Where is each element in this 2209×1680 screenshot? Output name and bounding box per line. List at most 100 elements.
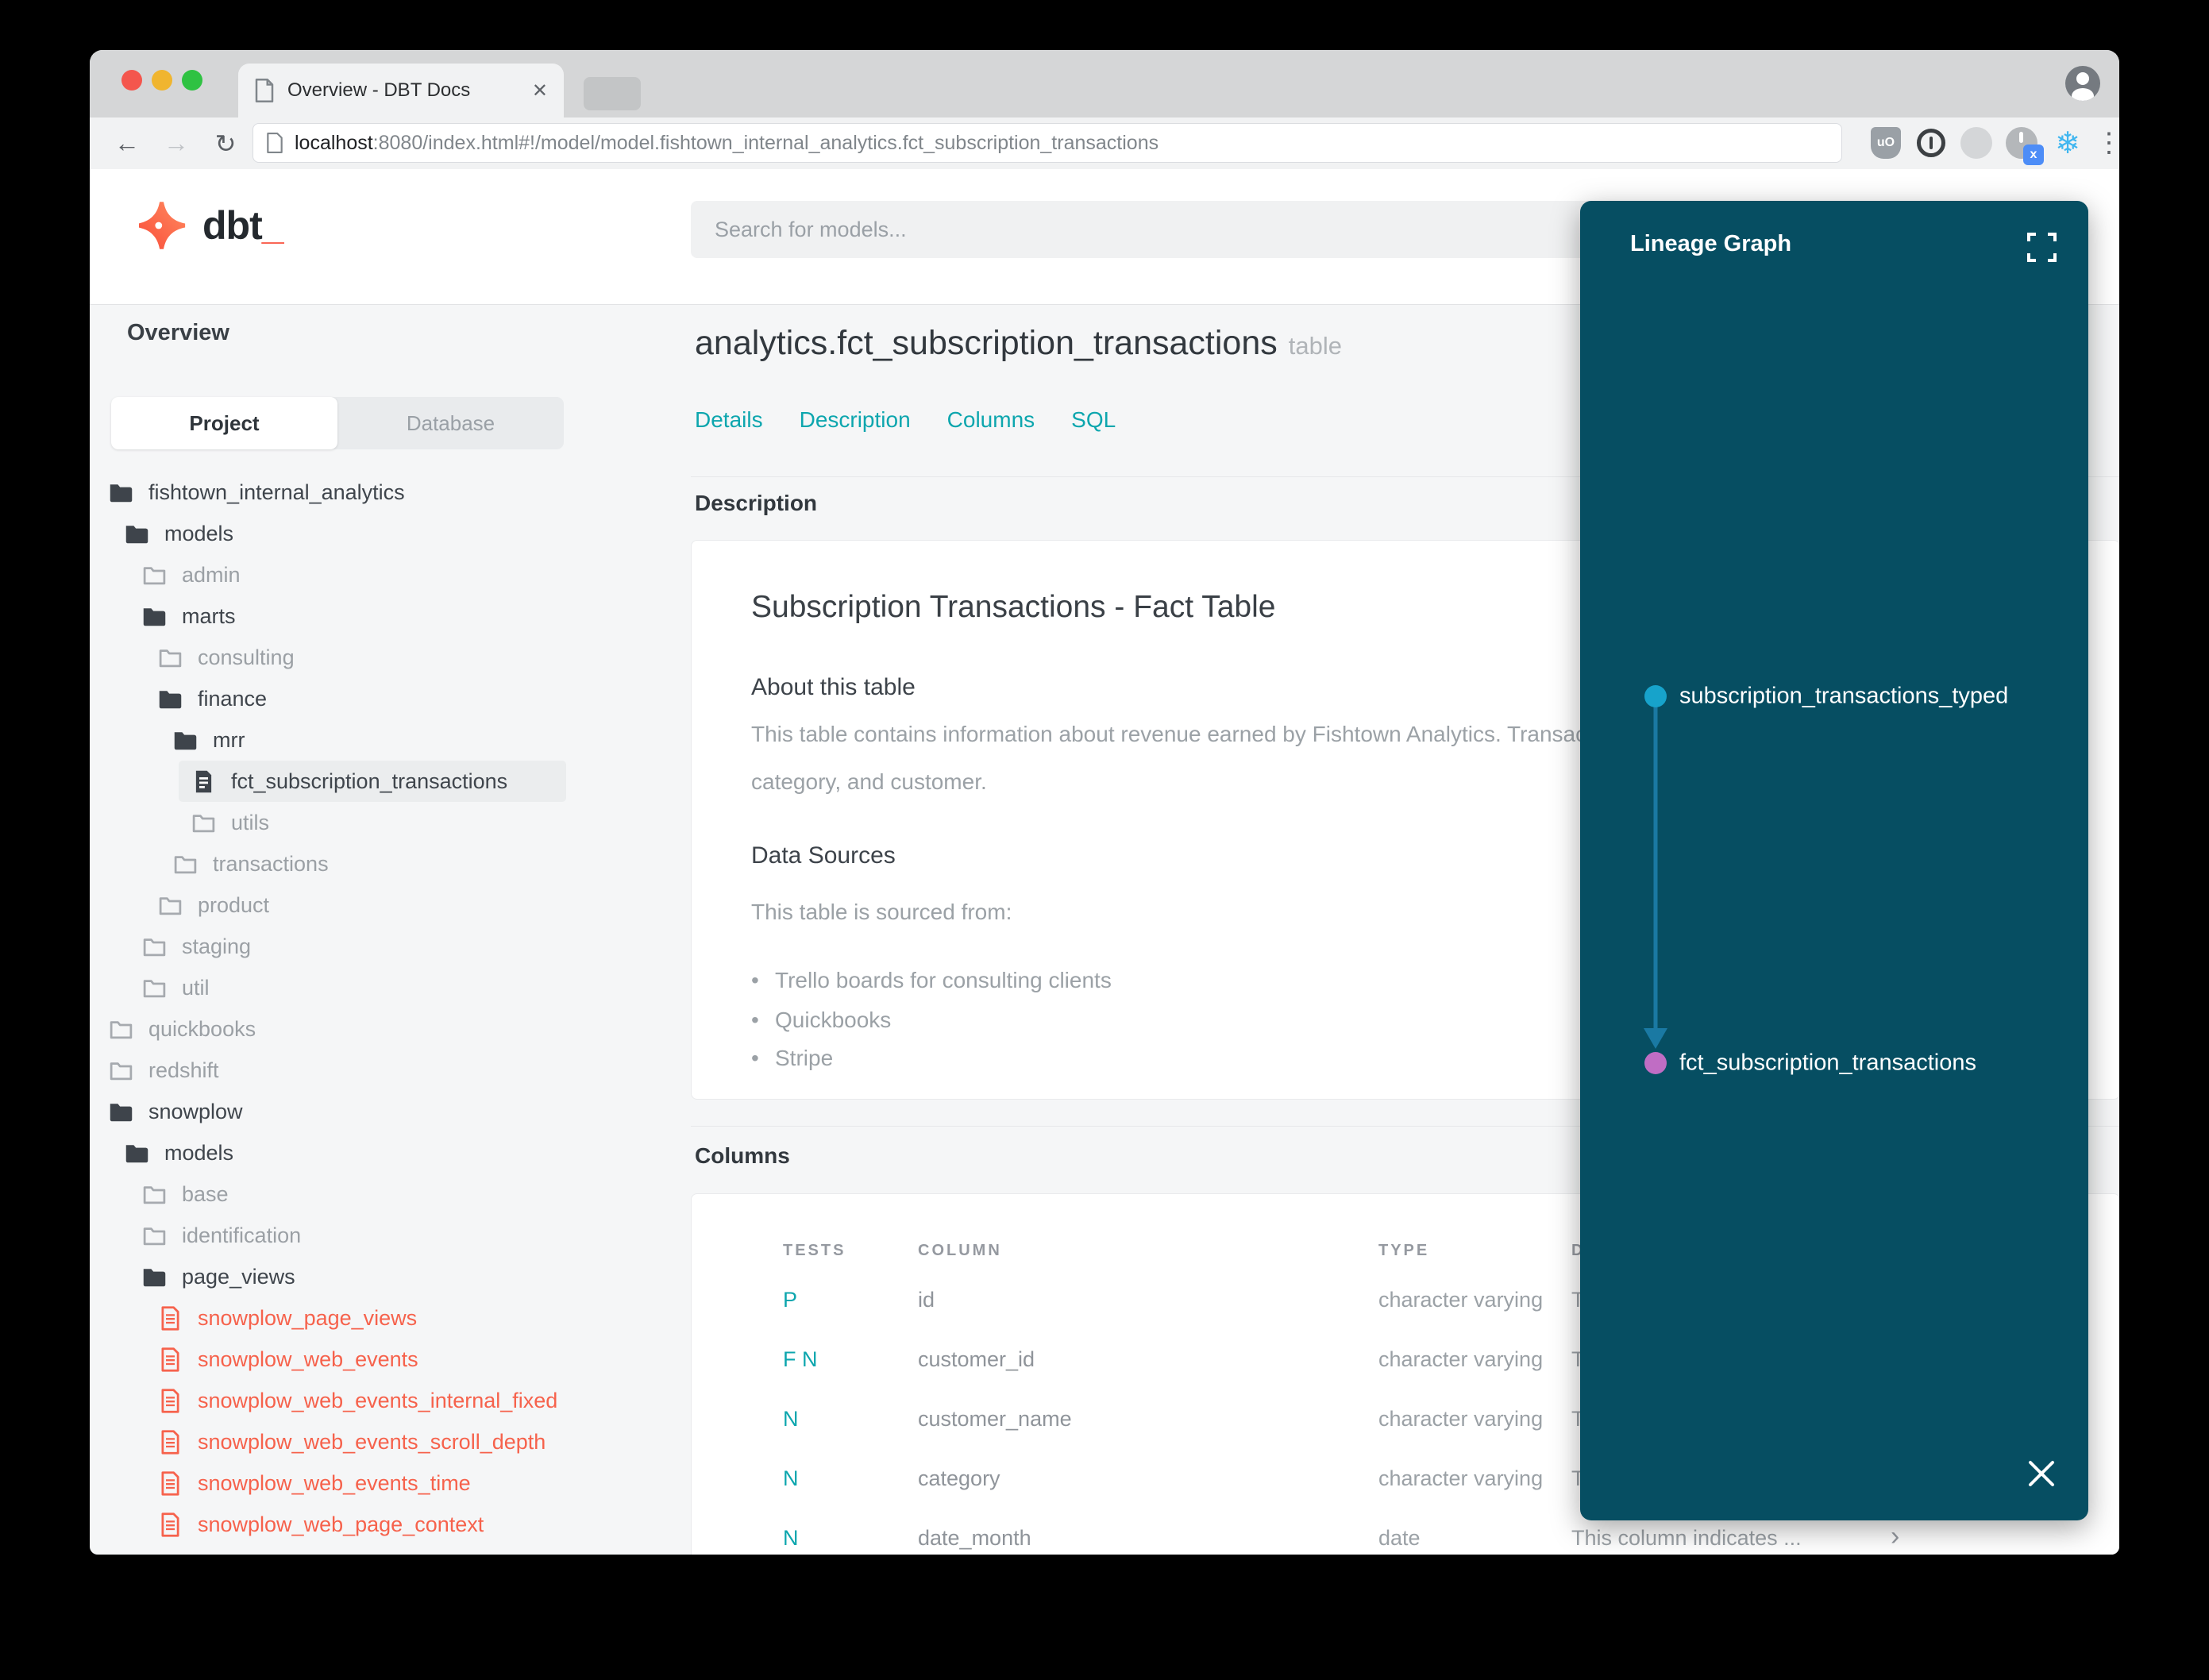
sidebar-item-transactions[interactable]: transactions — [90, 843, 677, 884]
tests-cell: N — [783, 1526, 799, 1550]
file-icon — [161, 1388, 179, 1413]
doc-sources-intro: This table is sourced from: — [751, 900, 1012, 924]
file-icon — [161, 1429, 179, 1455]
sidebar-item-identification[interactable]: identification — [90, 1215, 677, 1256]
tree-label: utils — [231, 810, 270, 834]
tab-details[interactable]: Details — [695, 407, 763, 433]
tab-strip: Overview - DBT Docs ✕ — [90, 50, 2119, 118]
sidebar-item-finance[interactable]: finance — [90, 678, 677, 719]
traffic-light-close[interactable] — [121, 70, 142, 91]
tree-label: finance — [198, 686, 268, 711]
tab-sql[interactable]: SQL — [1071, 407, 1116, 433]
dbt-logo-icon — [139, 202, 186, 249]
file-icon — [161, 1512, 179, 1537]
tree-label: base — [182, 1181, 229, 1206]
sidebar-item-admin[interactable]: admin — [90, 554, 677, 595]
tab-close-icon[interactable]: ✕ — [532, 79, 548, 102]
tab-project[interactable]: Project — [111, 397, 337, 449]
lineage-graph-panel: Lineage Graph subscription_transactions_… — [1580, 201, 2088, 1520]
power-extension-icon[interactable]: x — [2003, 124, 2044, 165]
tree-label: fct_subscription_transactions — [231, 769, 508, 793]
doc-about-paragraph-line2: category, and customer. — [751, 769, 987, 794]
url-path: :8080/index.html#!/model/model.fishtown_… — [372, 131, 1159, 154]
sidebar-item-snowplow_web_events_scroll_depth[interactable]: snowplow_web_events_scroll_depth — [90, 1421, 677, 1462]
column-cell: customer_name — [918, 1407, 1072, 1431]
model-tabs: Details Description Columns SQL — [695, 407, 1116, 433]
sidebar-item-fishtown_internal_analytics[interactable]: fishtown_internal_analytics — [90, 472, 677, 513]
password-manager-extension-icon[interactable] — [1912, 124, 1950, 162]
folder-icon — [143, 566, 166, 584]
disabled-extension-icon[interactable] — [1957, 124, 1995, 162]
sidebar-item-product[interactable]: product — [90, 884, 677, 926]
folder-icon — [143, 1185, 166, 1204]
col-header-type: TYPE — [1378, 1242, 1430, 1259]
dbt-logo[interactable]: dbt _ — [139, 201, 284, 250]
traffic-light-zoom[interactable] — [182, 70, 202, 91]
folder-open-icon — [159, 690, 182, 708]
sidebar-item-snowplow_web_page_context[interactable]: snowplow_web_page_context — [90, 1504, 677, 1545]
sidebar-item-base[interactable]: base — [90, 1173, 677, 1215]
tree-label: snowplow_page_views — [198, 1305, 418, 1330]
sidebar-item-quickbooks[interactable]: quickbooks — [90, 1008, 677, 1050]
lineage-graph[interactable] — [1580, 201, 2088, 1520]
sidebar-item-marts[interactable]: marts — [90, 595, 677, 637]
sidebar-item-snowplow_web_events_time[interactable]: snowplow_web_events_time — [90, 1462, 677, 1504]
doc-title: Subscription Transactions - Fact Table — [751, 590, 1276, 624]
close-icon[interactable] — [2026, 1458, 2057, 1489]
lineage-node-current[interactable] — [1644, 1052, 1667, 1074]
url-toolbar: ← → ↻ localhost:8080/index.html#!/model/… — [90, 118, 2119, 170]
folder-icon — [192, 814, 215, 832]
screenshot-canvas: Overview - DBT Docs ✕ ← → ↻ localhost:80… — [0, 0, 2209, 1680]
sidebar-item-snowplow[interactable]: snowplow — [90, 1091, 677, 1132]
model-name: analytics.fct_subscription_transactions — [695, 324, 1278, 362]
sidebar-item-fct_subscription_transactions[interactable]: fct_subscription_transactions — [179, 761, 566, 802]
reload-button[interactable]: ↻ — [206, 118, 245, 169]
browser-tab[interactable]: Overview - DBT Docs ✕ — [238, 64, 564, 118]
description-cell: This column indicates ... — [1571, 1526, 1802, 1550]
browser-menu-icon[interactable]: ⋮ — [2090, 124, 2119, 162]
ublock-extension-icon[interactable]: uO — [1867, 124, 1905, 162]
tree-label: snowplow_web_events_scroll_depth — [198, 1429, 546, 1454]
sidebar-item-snowplow-models[interactable]: models — [90, 1132, 677, 1173]
forward-button[interactable]: → — [156, 118, 196, 169]
sidebar-item-mrr[interactable]: mrr — [90, 719, 677, 761]
sidebar-item-page_views[interactable]: page_views — [90, 1256, 677, 1297]
sidebar-item-util[interactable]: util — [90, 967, 677, 1008]
tab-description[interactable]: Description — [800, 407, 911, 433]
url-host: localhost — [295, 131, 373, 154]
chevron-right-icon[interactable]: › — [1891, 1521, 1899, 1552]
person-icon — [2072, 72, 2094, 101]
profile-avatar[interactable] — [2065, 66, 2100, 101]
sidebar-item-redshift[interactable]: redshift — [90, 1050, 677, 1091]
sidebar-item-consulting[interactable]: consulting — [90, 637, 677, 678]
tab-columns[interactable]: Columns — [947, 407, 1035, 433]
columns-section-label: Columns — [695, 1143, 790, 1168]
folder-open-icon — [125, 525, 148, 543]
tree-label: snowplow — [148, 1099, 243, 1123]
sidebar-item-staging[interactable]: staging — [90, 926, 677, 967]
tree-label: models — [164, 1140, 234, 1165]
tree-label: snowplow_web_page_context — [198, 1512, 484, 1536]
tree-label: marts — [182, 603, 236, 628]
sidebar-item-snowplow_web_events[interactable]: snowplow_web_events — [90, 1339, 677, 1380]
folder-icon — [143, 979, 166, 997]
address-bar[interactable]: localhost:8080/index.html#!/model/model.… — [253, 123, 1842, 163]
sidebar-item-utils[interactable]: utils — [90, 802, 677, 843]
type-cell: character varying — [1378, 1407, 1544, 1431]
lineage-node-label: subscription_transactions_typed — [1679, 683, 2009, 709]
folder-icon — [143, 1227, 166, 1245]
snowflake-extension-icon[interactable]: ❄ — [2049, 124, 2087, 162]
file-tree: fishtown_internal_analytics models admin… — [90, 472, 677, 1545]
lineage-node-source[interactable] — [1644, 685, 1667, 707]
tree-label: quickbooks — [148, 1016, 256, 1041]
traffic-light-minimize[interactable] — [152, 70, 172, 91]
folder-open-icon — [110, 484, 133, 502]
sidebar-item-models[interactable]: models — [90, 513, 677, 554]
new-tab-button[interactable] — [584, 77, 641, 110]
back-button[interactable]: ← — [107, 118, 147, 169]
column-cell: id — [918, 1288, 935, 1312]
sidebar-item-snowplow_web_events_internal_fixed[interactable]: snowplow_web_events_internal_fixed — [90, 1380, 677, 1421]
tab-database[interactable]: Database — [337, 397, 564, 449]
type-cell: character varying — [1378, 1288, 1544, 1312]
sidebar-item-snowplow_page_views[interactable]: snowplow_page_views — [90, 1297, 677, 1339]
